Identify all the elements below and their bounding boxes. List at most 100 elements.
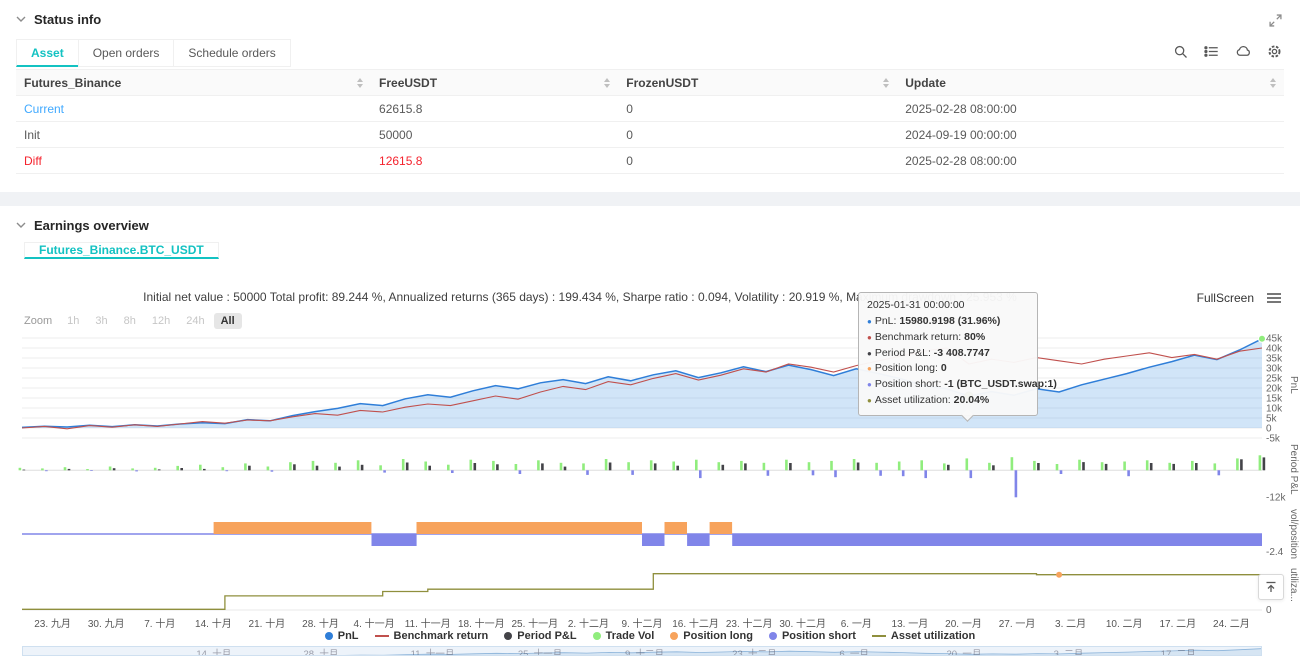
collapse-chevron-icon[interactable] xyxy=(16,222,26,229)
chart-legend: PnL Benchmark return Period P&L Trade Vol Po… xyxy=(0,630,1300,642)
svg-text:-2.4: -2.4 xyxy=(1266,547,1284,558)
series-bullet-icon: ● xyxy=(867,380,872,389)
series-bullet-icon: ● xyxy=(867,317,872,326)
svg-text:23. 九月: 23. 九月 xyxy=(34,618,71,630)
row-label-current[interactable]: Current xyxy=(16,96,371,122)
navigator-label: 28. 十月 xyxy=(304,646,339,656)
svg-text:6. 一月: 6. 一月 xyxy=(841,618,872,630)
navigator-label: 11. 十一月 xyxy=(411,646,455,656)
tooltip-row: ●Position long: 0 xyxy=(867,361,1029,377)
svg-text:7. 十月: 7. 十月 xyxy=(144,617,175,630)
legend-item-period-p-l[interactable]: Period P&L xyxy=(504,630,576,642)
tab-futures-binance-btc-usdt[interactable]: Futures_Binance.BTC_USDT xyxy=(24,242,219,259)
chart-menu-icon[interactable] xyxy=(1266,291,1282,308)
search-icon[interactable] xyxy=(1173,44,1188,62)
svg-text:21. 十月: 21. 十月 xyxy=(249,617,286,630)
legend-item-benchmark-return[interactable]: Benchmark return xyxy=(375,630,489,642)
column-header-free-usdt[interactable]: FreeUSDT xyxy=(371,70,618,96)
legend-item-trade-vol[interactable]: Trade Vol xyxy=(593,630,655,642)
row-label-diff: Diff xyxy=(16,148,371,174)
cloud-icon[interactable] xyxy=(1235,44,1251,62)
cell-update: 2024-09-19 00:00:00 xyxy=(897,122,1284,148)
tooltip-row: ●Position short: -1 (BTC_USDT.swap:1) xyxy=(867,377,1029,393)
svg-text:10. 二月: 10. 二月 xyxy=(1106,618,1143,630)
series-bullet-icon: ● xyxy=(867,364,872,373)
svg-text:13. 一月: 13. 一月 xyxy=(892,618,929,630)
svg-text:17. 二月: 17. 二月 xyxy=(1159,618,1196,630)
sort-icon[interactable] xyxy=(604,78,610,88)
svg-text:16. 十二月: 16. 十二月 xyxy=(672,617,719,630)
legend-marker-icon xyxy=(769,632,777,640)
table-row-init: Init 50000 0 2024-09-19 00:00:00 xyxy=(16,122,1284,148)
svg-text:9. 十二月: 9. 十二月 xyxy=(621,617,662,630)
series-bullet-icon: ● xyxy=(867,333,872,342)
legend-item-pnl[interactable]: PnL xyxy=(325,630,359,642)
gear-icon[interactable] xyxy=(1267,44,1282,62)
svg-text:27. 一月: 27. 一月 xyxy=(999,618,1036,630)
status-info-header: Status info xyxy=(0,0,1300,35)
svg-text:30. 十二月: 30. 十二月 xyxy=(779,617,826,630)
chart-tooltip: 2025-01-31 00:00:00 ●PnL: 15980.9198 (31… xyxy=(858,292,1038,416)
zoom-option-24h: 24h xyxy=(179,313,211,329)
section-title: Status info xyxy=(34,12,101,27)
tab-schedule-orders[interactable]: Schedule orders xyxy=(173,39,290,67)
cell-frozen-usdt: 0 xyxy=(618,148,897,174)
yaxis-title-period-pnl: Period P&L xyxy=(1287,444,1299,508)
svg-text:2. 十二月: 2. 十二月 xyxy=(568,617,609,630)
earnings-tabs: Futures_Binance.BTC_USDT xyxy=(24,242,218,259)
row-label-init: Init xyxy=(16,122,371,148)
earnings-overview-panel: Earnings overview Futures_Binance.BTC_US… xyxy=(0,206,1300,656)
cell-frozen-usdt: 0 xyxy=(618,96,897,122)
svg-text:-12k: -12k xyxy=(1266,493,1286,504)
zoom-label: Zoom xyxy=(24,315,52,327)
tab-asset[interactable]: Asset xyxy=(16,39,79,67)
sort-icon[interactable] xyxy=(1270,78,1276,88)
tooltip-row: ●Benchmark return: 80% xyxy=(867,330,1029,346)
table-row-diff: Diff 12615.8 0 2025-02-28 08:00:00 xyxy=(16,148,1284,174)
legend-item-position-short[interactable]: Position short xyxy=(769,630,856,642)
sort-icon[interactable] xyxy=(357,78,363,88)
tab-open-orders[interactable]: Open orders xyxy=(78,39,175,67)
sort-icon[interactable] xyxy=(883,78,889,88)
svg-text:0: 0 xyxy=(1266,605,1272,616)
cell-free-usdt: 62615.8 xyxy=(371,96,618,122)
column-header-update[interactable]: Update xyxy=(897,70,1284,96)
zoom-option-1h: 1h xyxy=(60,313,86,329)
collapse-chevron-icon[interactable] xyxy=(16,16,26,23)
svg-text:18. 十一月: 18. 十一月 xyxy=(458,617,505,630)
chart-navigator[interactable]: 14. 十月28. 十月11. 十一月25. 十一月9. 十二月23. 十二月6… xyxy=(22,646,1262,656)
svg-text:-5k: -5k xyxy=(1266,434,1281,445)
zoom-option-3h: 3h xyxy=(88,313,114,329)
svg-text:23. 十二月: 23. 十二月 xyxy=(726,617,773,630)
zoom-option-all[interactable]: All xyxy=(214,313,242,329)
svg-text:28. 十月: 28. 十月 xyxy=(302,617,339,630)
yaxis-title-vol-position: vol/position xyxy=(1287,509,1299,567)
list-icon[interactable] xyxy=(1204,44,1219,62)
tooltip-row: ●PnL: 15980.9198 (31.96%) xyxy=(867,314,1029,330)
column-header-account[interactable]: Futures_Binance xyxy=(16,70,371,96)
cell-free-usdt: 12615.8 xyxy=(371,148,618,174)
cell-frozen-usdt: 0 xyxy=(618,122,897,148)
svg-text:11. 十一月: 11. 十一月 xyxy=(405,617,451,630)
table-header-row: Futures_Binance FreeUSDT FrozenUSDT Upda… xyxy=(16,70,1284,96)
back-to-top-button[interactable] xyxy=(1258,574,1284,600)
tooltip-timestamp: 2025-01-31 00:00:00 xyxy=(867,299,1029,311)
zoom-controls: Zoom 1h3h8h12h24hAll xyxy=(24,313,242,329)
navigator-label: 3. 二月 xyxy=(1054,646,1084,656)
tooltip-row: ●Asset utilization: 20.04% xyxy=(867,393,1029,409)
yaxis-title-pnl: PnL xyxy=(1287,376,1299,420)
legend-marker-icon xyxy=(375,635,389,637)
navigator-label: 17. 二月 xyxy=(1161,646,1196,656)
svg-text:20. 一月: 20. 一月 xyxy=(945,618,982,630)
column-header-frozen-usdt[interactable]: FrozenUSDT xyxy=(618,70,897,96)
status-info-panel: Status info Asset Open orders Schedule o… xyxy=(0,0,1300,192)
navigator-label: 20. 一月 xyxy=(946,646,981,656)
navigator-label: 23. 十二月 xyxy=(732,646,776,656)
yaxis-title-utilization: utiliza... xyxy=(1287,568,1299,612)
legend-item-asset-utilization[interactable]: Asset utilization xyxy=(872,630,975,642)
fullscreen-button[interactable]: FullScreen xyxy=(1197,291,1254,305)
svg-text:25. 十一月: 25. 十一月 xyxy=(511,617,558,630)
earnings-chart[interactable]: 45k40k35k30k25k20k15k10k5k0-5k-12k-2.402… xyxy=(0,330,1300,630)
legend-item-position-long[interactable]: Position long xyxy=(670,630,753,642)
expand-icon[interactable] xyxy=(1269,14,1282,27)
